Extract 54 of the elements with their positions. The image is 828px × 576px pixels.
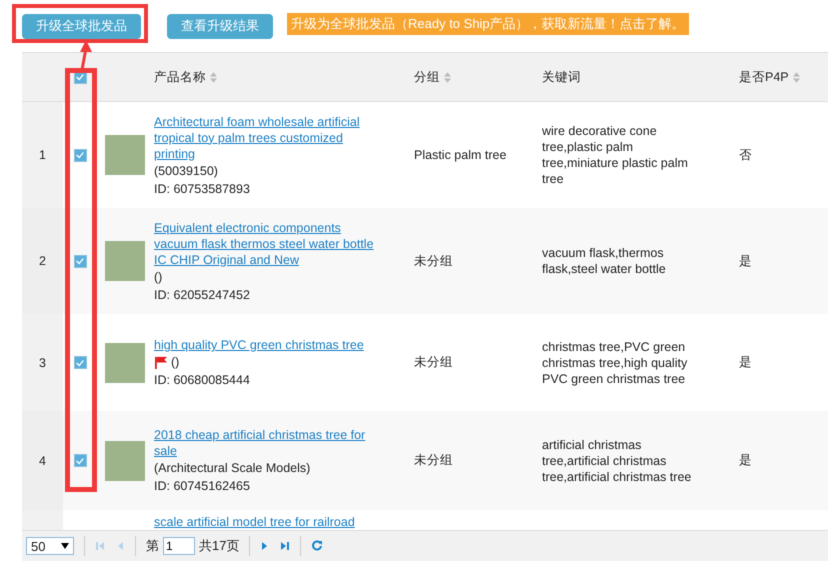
category-text: () — [171, 354, 180, 370]
column-header: 分组 — [414, 68, 440, 86]
row-number-cell: 2 — [22, 208, 63, 314]
column-header: 是否P4P — [739, 68, 789, 86]
keywords-cell-text: wire decorative cone tree,plastic palm tree,miniature plastic palm tree — [542, 123, 689, 187]
first-page-icon[interactable] — [95, 541, 105, 551]
p4p-cell-text: 是 — [739, 252, 753, 270]
p4p-cell-text: 否 — [739, 146, 753, 164]
product-id: ID: 60753587893 — [154, 180, 250, 196]
sort-icon[interactable] — [792, 72, 800, 82]
photo-placeholder — [104, 135, 144, 175]
column-header: 关键词 — [542, 69, 581, 85]
product-id: ID: 60680085444 — [154, 372, 250, 388]
category-text: (50039150) — [154, 162, 218, 178]
product-link[interactable]: 2018 cheap artificial christmas tree for sale — [154, 427, 379, 459]
photo-placeholder — [104, 241, 144, 281]
row-number-cell: 4 — [22, 411, 63, 510]
page-size-select[interactable]: 50 — [26, 537, 74, 555]
page-input[interactable]: 1 — [163, 537, 195, 555]
product-link[interactable]: high quality PVC green christmas tree — [154, 337, 364, 353]
product-link[interactable]: Equivalent electronic components vacuum flask thermos steel water bottle IC CHIP Original and New — [154, 220, 379, 268]
category-text: (Architectural Scale Models) — [154, 460, 310, 476]
refresh-icon[interactable] — [311, 540, 324, 552]
group-cell-text: 未分组 — [414, 252, 454, 270]
row-number-cell: 1 — [22, 102, 63, 208]
p4p-cell-text: 是 — [739, 354, 753, 371]
group-cell-text: 未分组 — [414, 452, 454, 469]
product-link[interactable]: scale artificial model tree for railroad — [154, 514, 355, 530]
sort-icon[interactable] — [444, 72, 451, 82]
last-page-icon[interactable] — [280, 541, 290, 551]
row-checkbox[interactable] — [74, 454, 86, 467]
row-number-cell: 3 — [22, 314, 63, 411]
group-cell-text: 未分组 — [414, 354, 454, 371]
product-id: ID: 62055247452 — [154, 286, 250, 302]
toolbar-button[interactable]: 升级全球批发品 — [22, 14, 141, 38]
keywords-cell-text: artificial christmas tree,artificial christmas tree,artificial christmas tree — [542, 436, 692, 484]
toolbar-button[interactable]: 查看升级结果 — [167, 14, 273, 38]
column-header: 产品名称 — [154, 68, 206, 86]
category-text: () — [154, 268, 162, 284]
product-id: ID: 60745162465 — [154, 478, 250, 494]
group-cell-text: Plastic palm tree — [414, 148, 508, 162]
caret-icon[interactable] — [61, 543, 69, 549]
product-link[interactable]: Architectural foam wholesale artificial tropical toy palm trees customized printing — [154, 114, 379, 162]
row-checkbox[interactable] — [74, 148, 86, 162]
photo-placeholder — [104, 342, 144, 382]
row-checkbox[interactable] — [74, 254, 86, 268]
sort-icon[interactable] — [210, 72, 217, 82]
page-label: 第 — [146, 537, 159, 555]
row-checkbox[interactable] — [74, 356, 86, 369]
keywords-cell-text: vacuum flask,thermos flask,steel water bottle — [542, 245, 667, 277]
keywords-cell-text: christmas tree,PVC green christmas tree,high quality PVC green christmas tree — [542, 338, 688, 386]
p4p-cell-text: 是 — [739, 452, 753, 469]
photo-placeholder — [104, 440, 144, 480]
page-total: 共17页 — [199, 537, 240, 555]
